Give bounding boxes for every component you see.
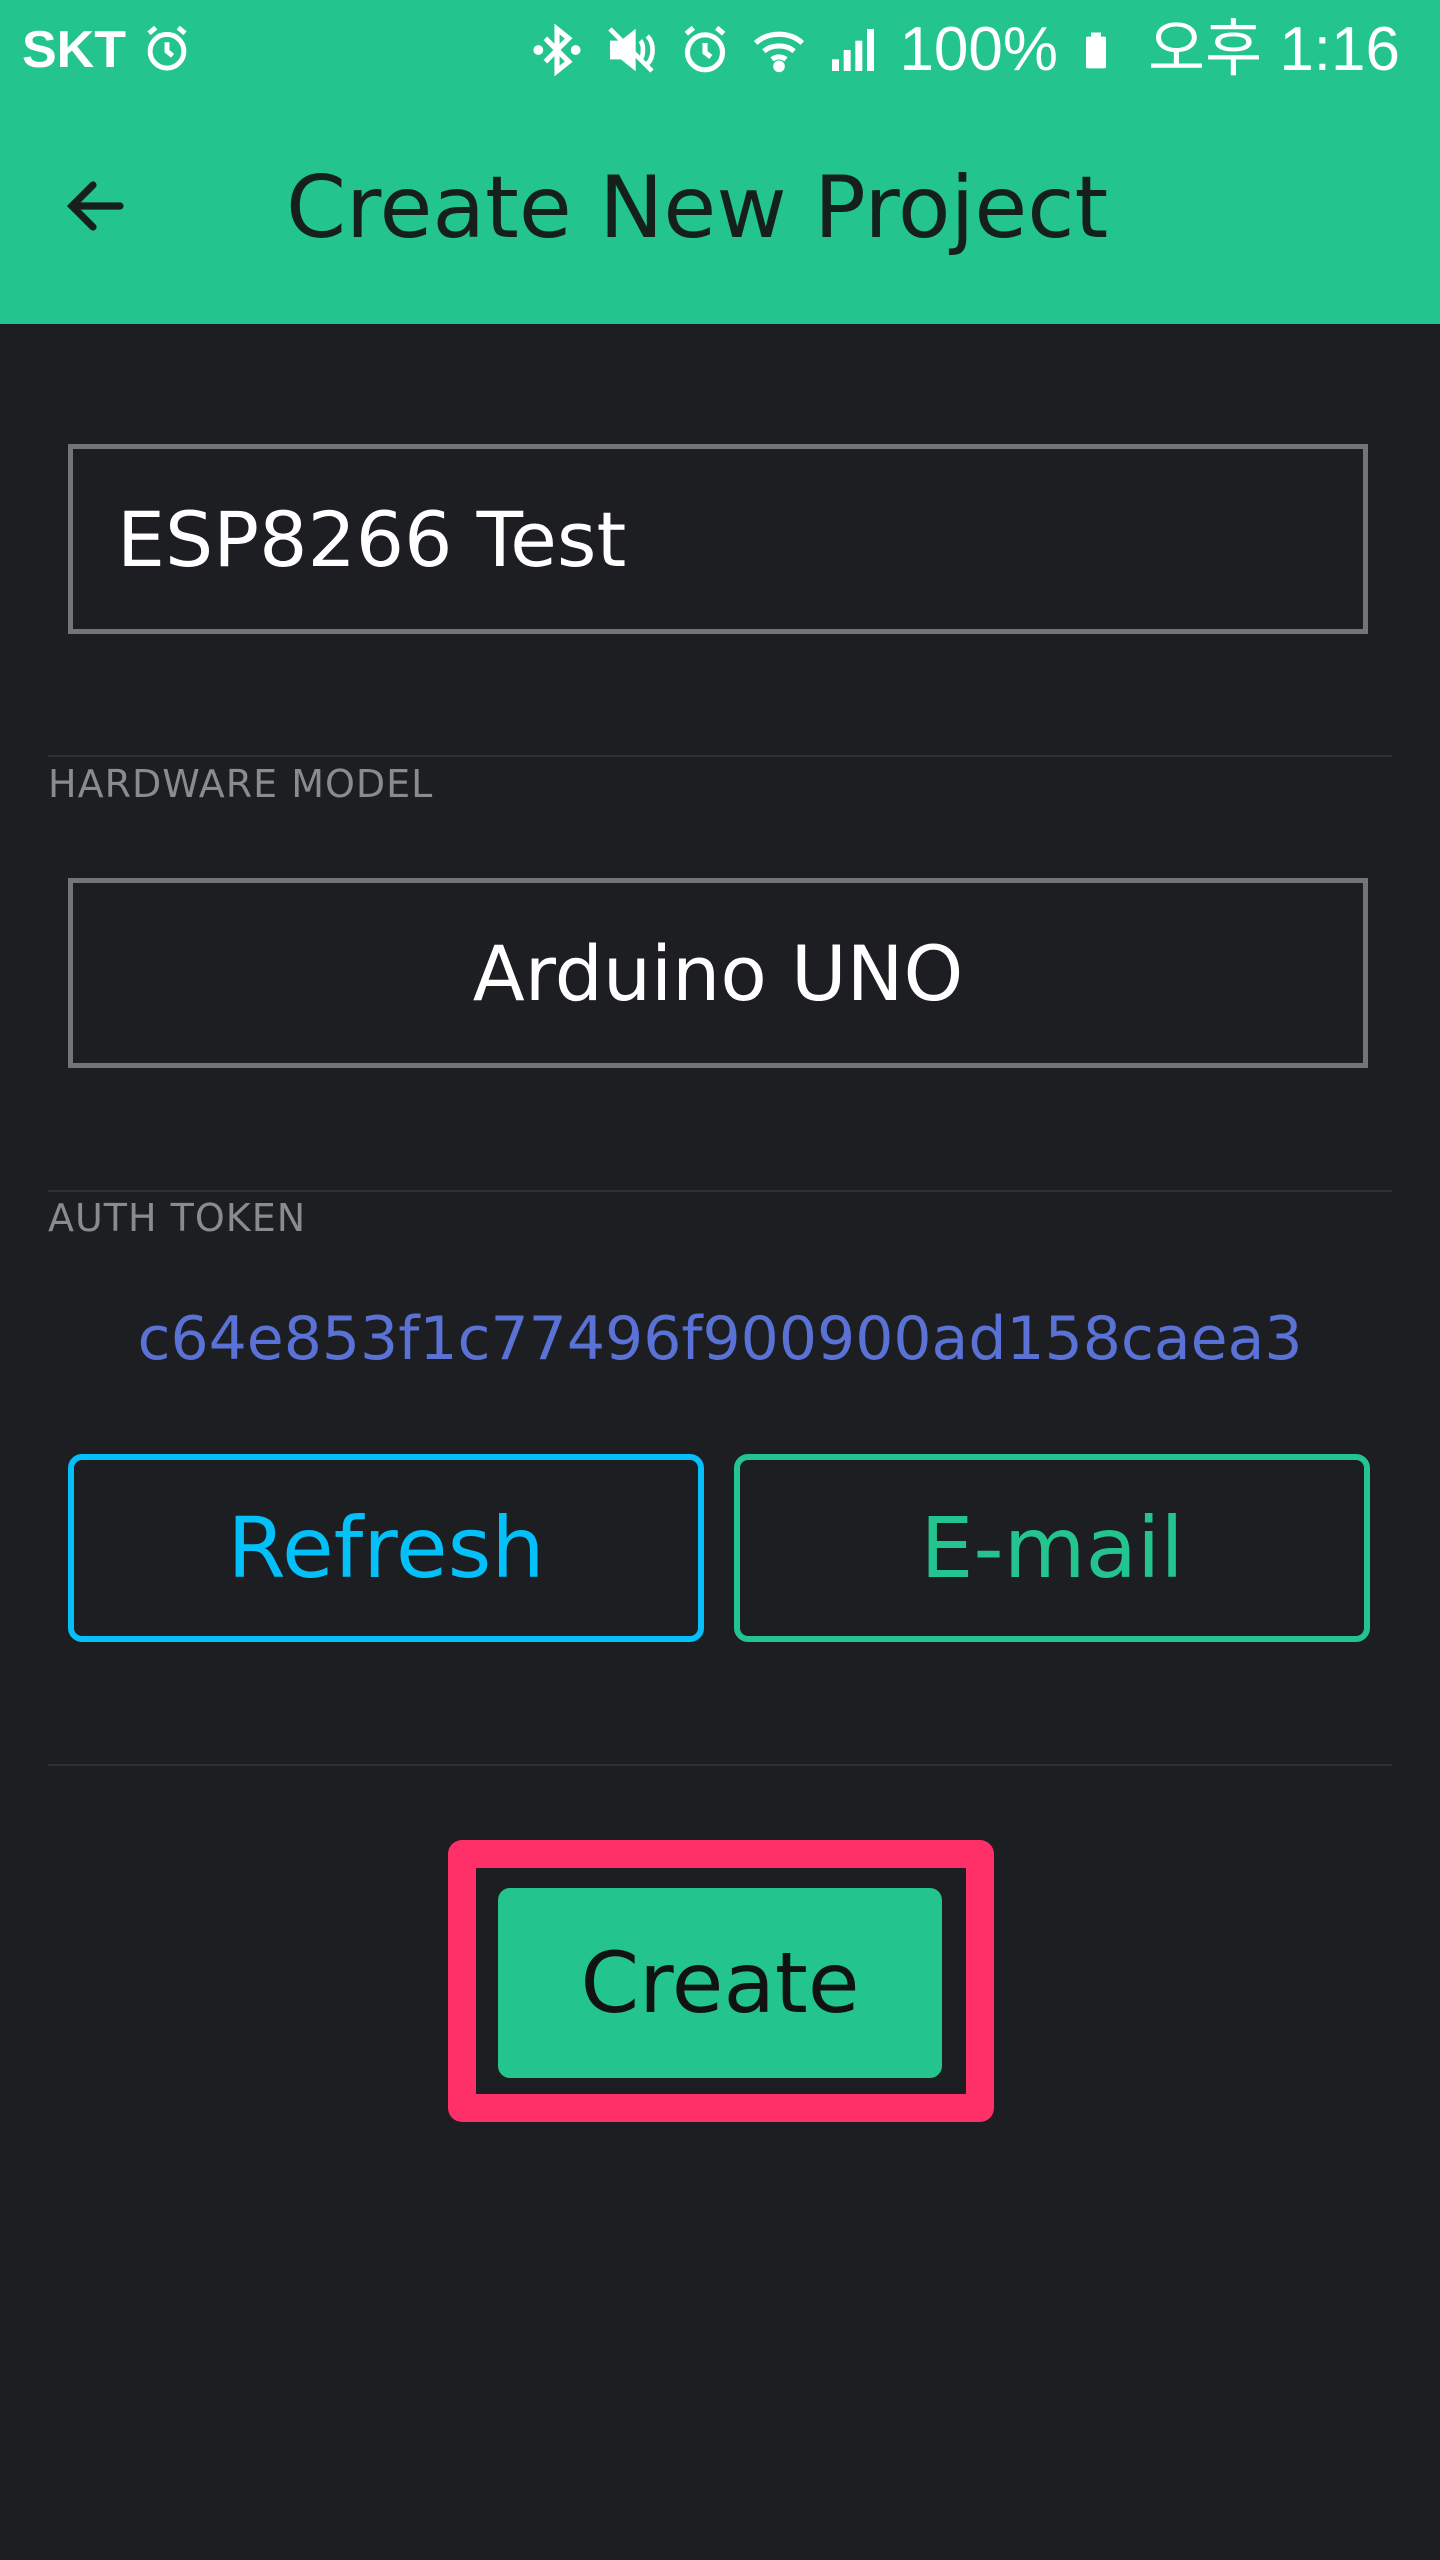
alarm-icon	[147, 25, 187, 71]
hardware-model-select[interactable]: Arduino UNO	[68, 878, 1368, 1068]
back-button[interactable]	[40, 150, 152, 262]
create-button-label: Create	[580, 1934, 860, 2032]
divider	[48, 755, 1392, 757]
hardware-model-label: HARDWARE MODEL	[48, 762, 434, 806]
clock: 오후 1:16	[1148, 15, 1400, 84]
refresh-button-label: Refresh	[227, 1499, 545, 1597]
auth-token-label: AUTH TOKEN	[48, 1196, 307, 1240]
divider	[48, 1190, 1392, 1192]
project-name-input[interactable]	[68, 444, 1368, 634]
email-button-label: E-mail	[920, 1499, 1184, 1597]
battery-percent: 100%	[899, 15, 1059, 84]
bluetooth-icon	[533, 23, 582, 77]
status-icons: 100% 오후 1:16	[529, 14, 1400, 86]
page-title: Create New Project	[286, 158, 1109, 258]
alarm-icon	[685, 25, 726, 73]
create-button[interactable]: Create	[498, 1888, 942, 2078]
carrier-label: SKT	[22, 21, 126, 79]
wifi-icon	[754, 31, 805, 73]
auth-token-value: c64e853f1c77496f900900ad158caea3	[137, 1304, 1303, 1374]
app-toolbar: Create New Project	[0, 100, 1440, 324]
status-bar: SKT 100% 오후 1:16	[0, 0, 1440, 100]
signal-icon	[832, 29, 875, 71]
email-button[interactable]: E-mail	[734, 1454, 1370, 1642]
arrow-left-icon	[66, 181, 124, 231]
hardware-model-value: Arduino UNO	[472, 928, 964, 1018]
battery-icon	[1086, 32, 1107, 69]
mute-icon	[608, 27, 656, 73]
divider	[48, 1764, 1392, 1766]
refresh-button[interactable]: Refresh	[68, 1454, 704, 1642]
